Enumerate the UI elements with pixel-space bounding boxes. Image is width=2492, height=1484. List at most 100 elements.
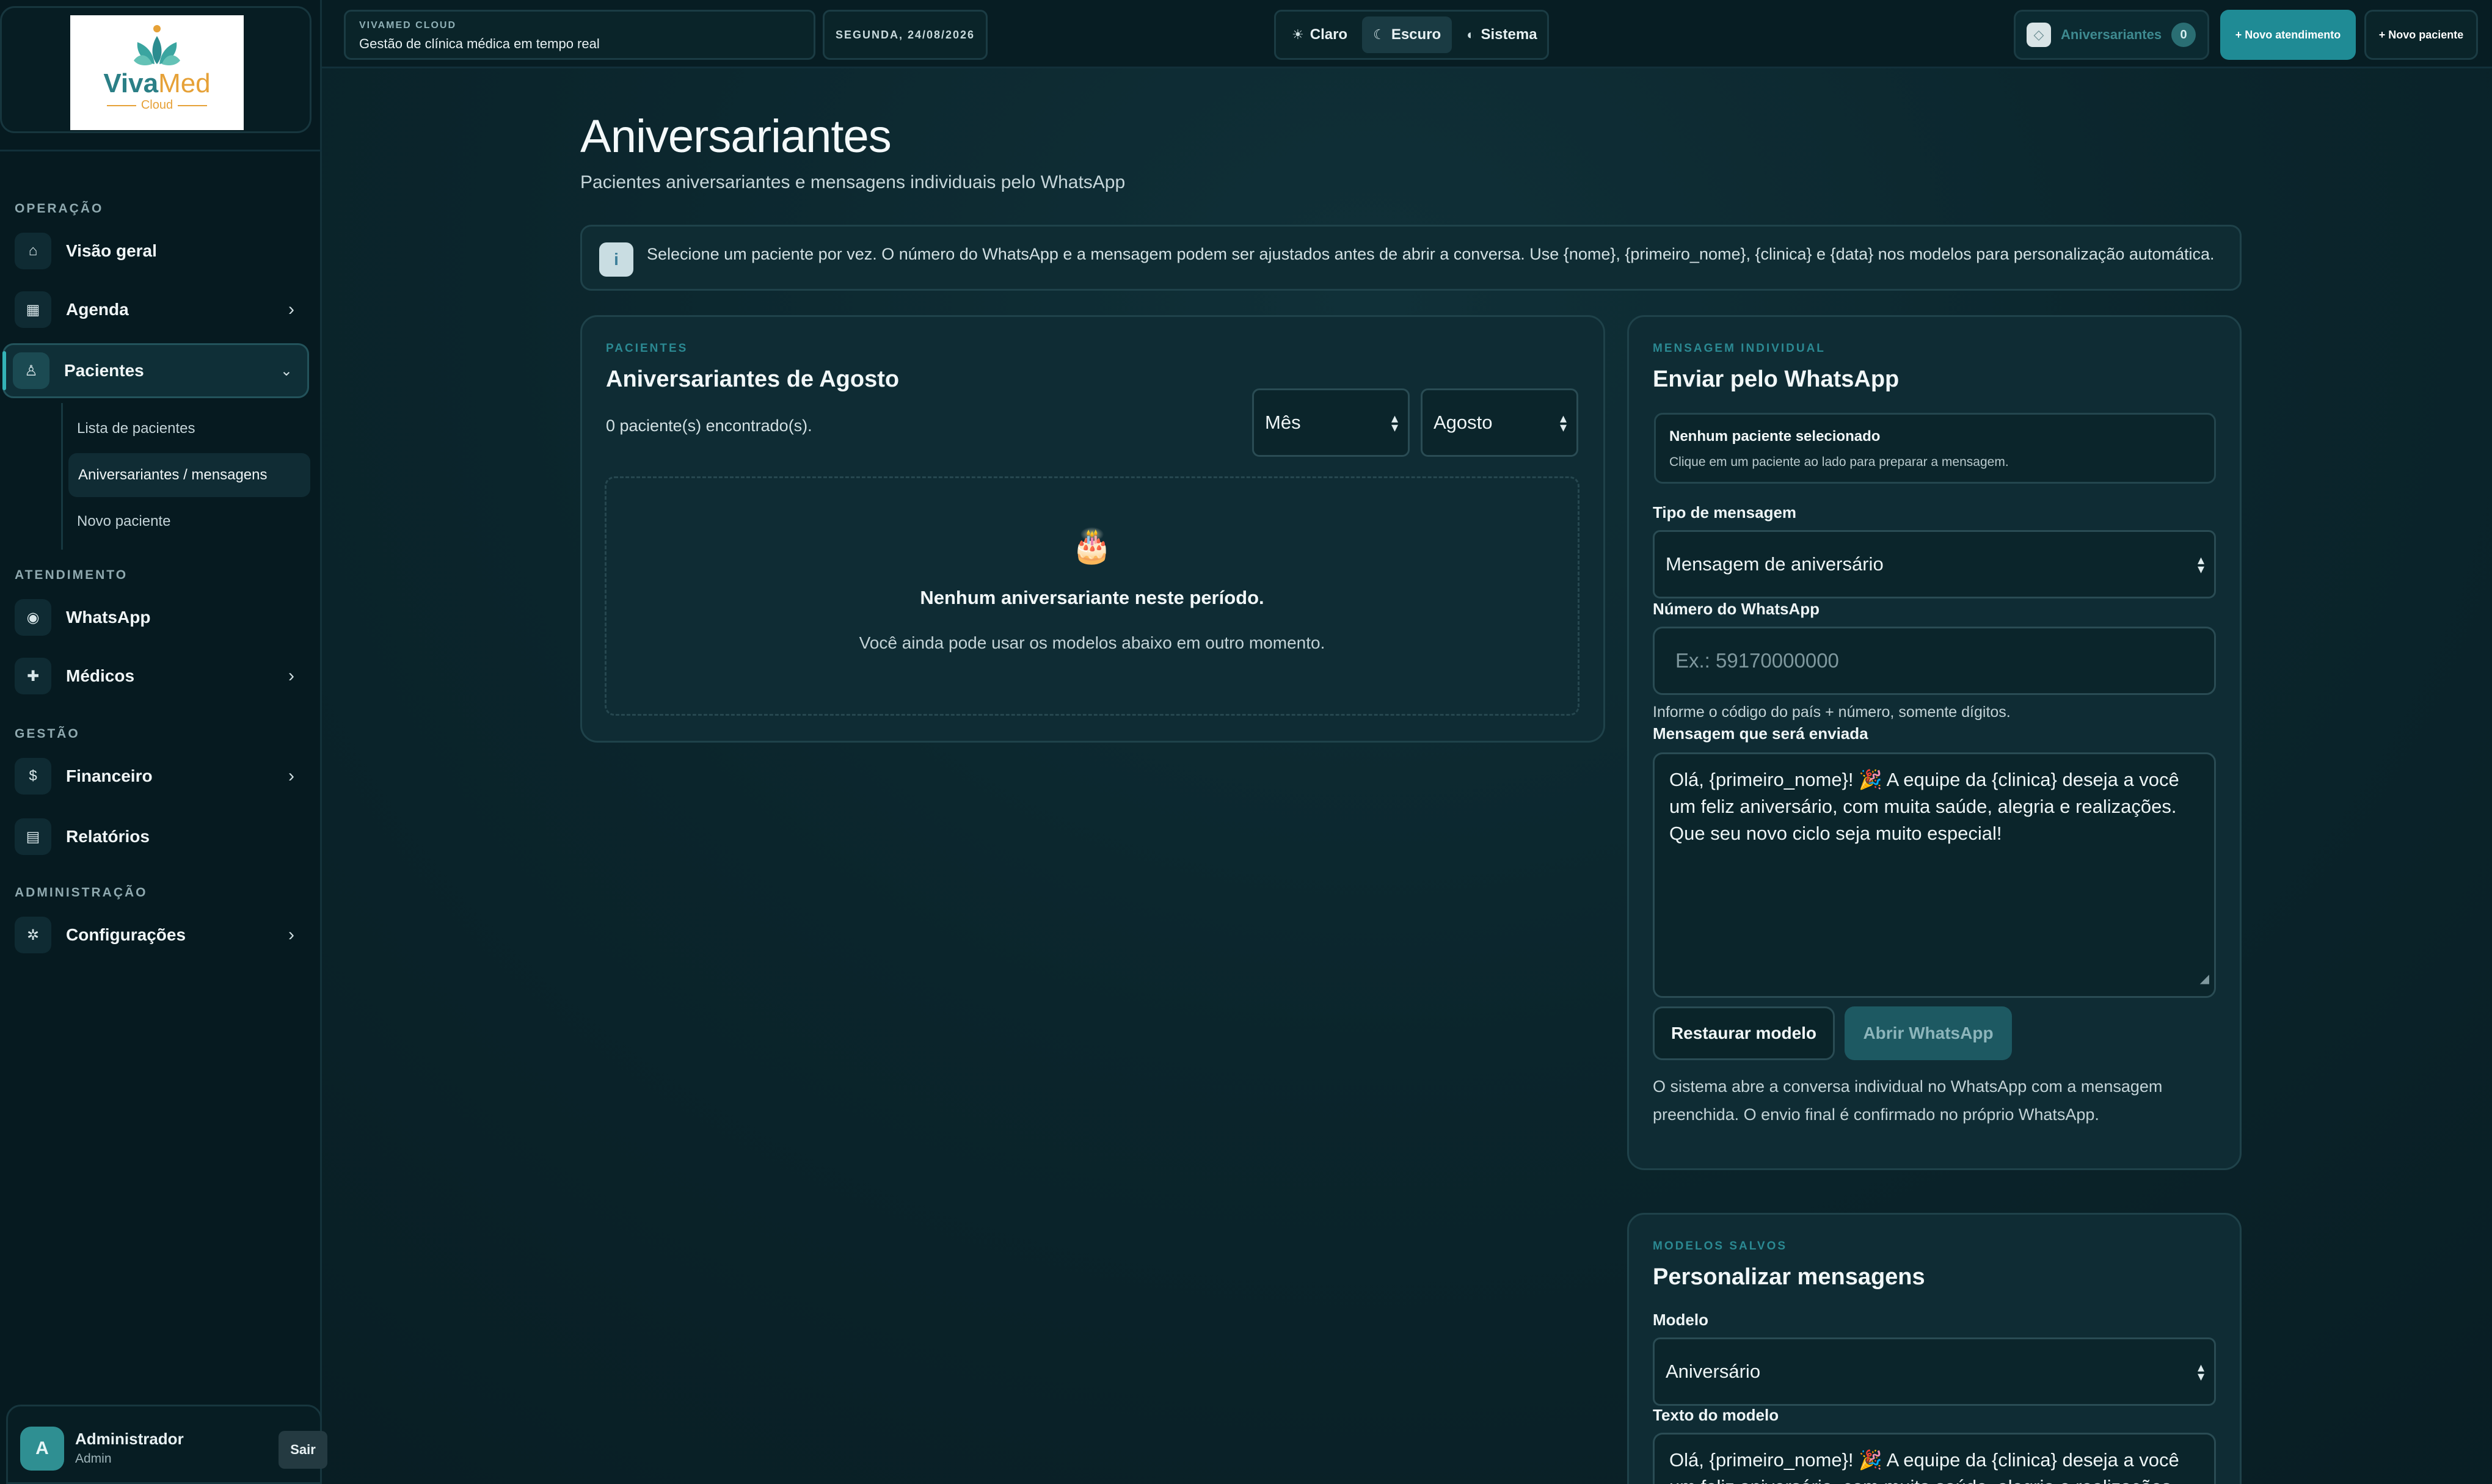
select-arrows-icon: ▴ ▾ bbox=[2197, 551, 2204, 577]
page-subtitle: Pacientes aniversariantes e mensagens in… bbox=[580, 172, 1126, 192]
gear-icon: ✲ bbox=[15, 917, 51, 953]
sidebar-item-label: WhatsApp bbox=[66, 608, 151, 627]
topbar: VIVAMED CLOUD Gestão de clínica médica e… bbox=[322, 0, 2492, 68]
chevron-down-icon: ⌄ bbox=[280, 362, 293, 379]
submenu-line bbox=[61, 403, 63, 550]
logo-subtitle: Cloud bbox=[106, 98, 208, 112]
sidebar-item-configuracoes[interactable]: ✲ Configurações › bbox=[6, 907, 309, 962]
message-textarea[interactable]: Olá, {primeiro_nome}! 🎉 A equipe da {cli… bbox=[1653, 752, 2216, 998]
new-patient-button[interactable]: + Novo paciente bbox=[2364, 10, 2478, 60]
page-title: Aniversariantes bbox=[580, 111, 892, 162]
half-circle-icon: ◐ bbox=[1466, 27, 1475, 42]
section-title-atendimento: ATENDIMENTO bbox=[15, 568, 128, 582]
info-banner: i Selecione um paciente por vez. O númer… bbox=[580, 225, 2242, 291]
selected-patient-hint: Clique em um paciente ao lado para prepa… bbox=[1669, 455, 2009, 469]
sidebar-item-agenda[interactable]: ▦ Agenda › bbox=[6, 282, 309, 337]
sidebar-item-pacientes[interactable]: ♙ Pacientes ⌄ bbox=[2, 343, 309, 398]
sidebar-item-label: Médicos bbox=[66, 666, 135, 685]
sidebar-divider bbox=[0, 150, 322, 151]
user-role: Admin bbox=[75, 1452, 112, 1466]
templates-kicker: MODELOS SALVOS bbox=[1653, 1240, 1788, 1253]
sidebar-item-label: Visão geral bbox=[66, 241, 157, 260]
theme-option-escuro[interactable]: ☾ Escuro bbox=[1362, 16, 1452, 53]
sidebar-item-label: Pacientes bbox=[64, 361, 144, 380]
section-title-gestao: GESTÃO bbox=[15, 727, 80, 741]
select-arrows-icon: ▴ ▾ bbox=[1391, 410, 1398, 435]
chevron-right-icon: › bbox=[288, 925, 294, 945]
whatsapp-number-label: Número do WhatsApp bbox=[1653, 600, 1820, 618]
sidebar-subitem-aniversariantes[interactable]: Aniversariantes / mensagens bbox=[68, 453, 310, 497]
brand-pill: VIVAMED CLOUD Gestão de clínica médica e… bbox=[344, 10, 815, 60]
select-arrows-icon: ▴ ▾ bbox=[2197, 1359, 2204, 1384]
message-text-label: Mensagem que será enviada bbox=[1653, 724, 1868, 743]
message-card-title: Enviar pelo WhatsApp bbox=[1653, 366, 1900, 392]
user-name: Administrador bbox=[75, 1430, 184, 1448]
logo[interactable]: VivaMed Cloud bbox=[70, 15, 244, 130]
empty-state-subtitle: Você ainda pode usar os modelos abaixo e… bbox=[859, 633, 1325, 652]
month-select[interactable]: Agosto ▴ ▾ bbox=[1421, 388, 1578, 457]
template-textarea[interactable]: Olá, {primeiro_nome}! 🎉 A equipe da {cli… bbox=[1653, 1433, 2216, 1484]
date-display: SEGUNDA, 24/08/2026 bbox=[823, 10, 988, 60]
logo-text: VivaMed bbox=[103, 68, 211, 98]
moon-icon: ☾ bbox=[1373, 27, 1385, 42]
birthdays-count-badge: 0 bbox=[2171, 23, 2196, 47]
select-arrows-icon: ▴ ▾ bbox=[1559, 410, 1567, 435]
section-title-operacao: OPERAÇÃO bbox=[15, 202, 104, 216]
diamond-icon: ◇ bbox=[2027, 23, 2051, 47]
chevron-right-icon: › bbox=[288, 666, 294, 686]
sidebar-item-label: Configurações bbox=[66, 925, 186, 944]
sidebar-item-relatorios[interactable]: ▤ Relatórios bbox=[6, 809, 309, 864]
theme-option-sistema[interactable]: ◐ Sistema bbox=[1455, 16, 1548, 53]
sidebar-item-whatsapp[interactable]: ◉ WhatsApp bbox=[6, 590, 309, 645]
sidebar-item-medicos[interactable]: ✚ Médicos › bbox=[6, 649, 309, 704]
whatsapp-number-hint: Informe o código do país + número, somen… bbox=[1653, 704, 2011, 721]
sidebar-item-label: Relatórios bbox=[66, 827, 150, 846]
empty-state: 🎂 Nenhum aniversariante neste período. V… bbox=[605, 476, 1579, 716]
template-model-select[interactable]: Aniversário ▴ ▾ bbox=[1653, 1337, 2216, 1406]
calendar-icon: ▦ bbox=[15, 291, 51, 328]
sidebar-item-visao-geral[interactable]: ⌂ Visão geral bbox=[6, 224, 309, 278]
message-type-select[interactable]: Mensagem de aniversário ▴ ▾ bbox=[1653, 530, 2216, 598]
sidebar-item-label: Agenda bbox=[66, 300, 129, 319]
new-appointment-button[interactable]: + Novo atendimento bbox=[2220, 10, 2356, 60]
sidebar-subitem-novo-paciente[interactable]: Novo paciente bbox=[67, 500, 312, 544]
templates-card-title: Personalizar mensagens bbox=[1653, 1264, 1925, 1290]
sidebar-subitem-lista-pacientes[interactable]: Lista de pacientes bbox=[67, 407, 312, 451]
open-whatsapp-button[interactable]: Abrir WhatsApp bbox=[1845, 1006, 2012, 1060]
resize-handle-icon[interactable]: ◢ bbox=[2200, 966, 2209, 992]
sidebar: VivaMed Cloud OPERAÇÃO ⌂ Visão geral ▦ A… bbox=[0, 0, 327, 1484]
chevron-right-icon: › bbox=[288, 766, 294, 786]
dollar-icon: $ bbox=[15, 758, 51, 795]
info-text: Selecione um paciente por vez. O número … bbox=[647, 245, 2215, 263]
birthdays-button[interactable]: ◇ Aniversariantes 0 bbox=[2014, 10, 2209, 60]
patient-icon: ♙ bbox=[13, 352, 49, 389]
theme-option-claro[interactable]: ☀ Claro bbox=[1281, 16, 1358, 53]
logout-button[interactable]: Sair bbox=[279, 1431, 327, 1469]
cake-icon: 🎂 bbox=[1071, 528, 1113, 564]
chevron-right-icon: › bbox=[288, 299, 294, 319]
brand-kicker: VIVAMED CLOUD bbox=[359, 20, 457, 31]
template-text-label: Texto do modelo bbox=[1653, 1406, 1779, 1424]
patients-kicker: PACIENTES bbox=[606, 342, 688, 355]
brand-description: Gestão de clínica médica em tempo real bbox=[359, 36, 600, 51]
whatsapp-number-input[interactable]: Ex.: 59170000000 bbox=[1653, 627, 2216, 695]
avatar[interactable]: A bbox=[20, 1427, 64, 1471]
empty-state-title: Nenhum aniversariante neste período. bbox=[920, 587, 1264, 608]
message-type-label: Tipo de mensagem bbox=[1653, 503, 1797, 522]
restore-template-button[interactable]: Restaurar modelo bbox=[1653, 1006, 1835, 1060]
selected-patient-title: Nenhum paciente selecionado bbox=[1669, 428, 1881, 445]
patients-count: 0 paciente(s) encontrado(s). bbox=[606, 416, 812, 435]
user-card: A Administrador Admin Sair bbox=[6, 1405, 327, 1484]
sidebar-item-label: Financeiro bbox=[66, 766, 153, 785]
whatsapp-icon: ◉ bbox=[15, 599, 51, 636]
medical-cross-icon: ✚ bbox=[15, 658, 51, 694]
home-icon: ⌂ bbox=[15, 233, 51, 269]
report-icon: ▤ bbox=[15, 818, 51, 855]
section-title-administracao: ADMINISTRAÇÃO bbox=[15, 886, 148, 900]
selected-patient-box: Nenhum paciente selecionado Clique em um… bbox=[1654, 413, 2216, 484]
send-note: O sistema abre a conversa individual no … bbox=[1653, 1077, 2163, 1124]
sidebar-item-financeiro[interactable]: $ Financeiro › bbox=[6, 749, 309, 804]
period-select[interactable]: Mês ▴ ▾ bbox=[1252, 388, 1410, 457]
logo-card: VivaMed Cloud bbox=[0, 6, 312, 133]
logo-leaf-icon bbox=[134, 25, 180, 65]
